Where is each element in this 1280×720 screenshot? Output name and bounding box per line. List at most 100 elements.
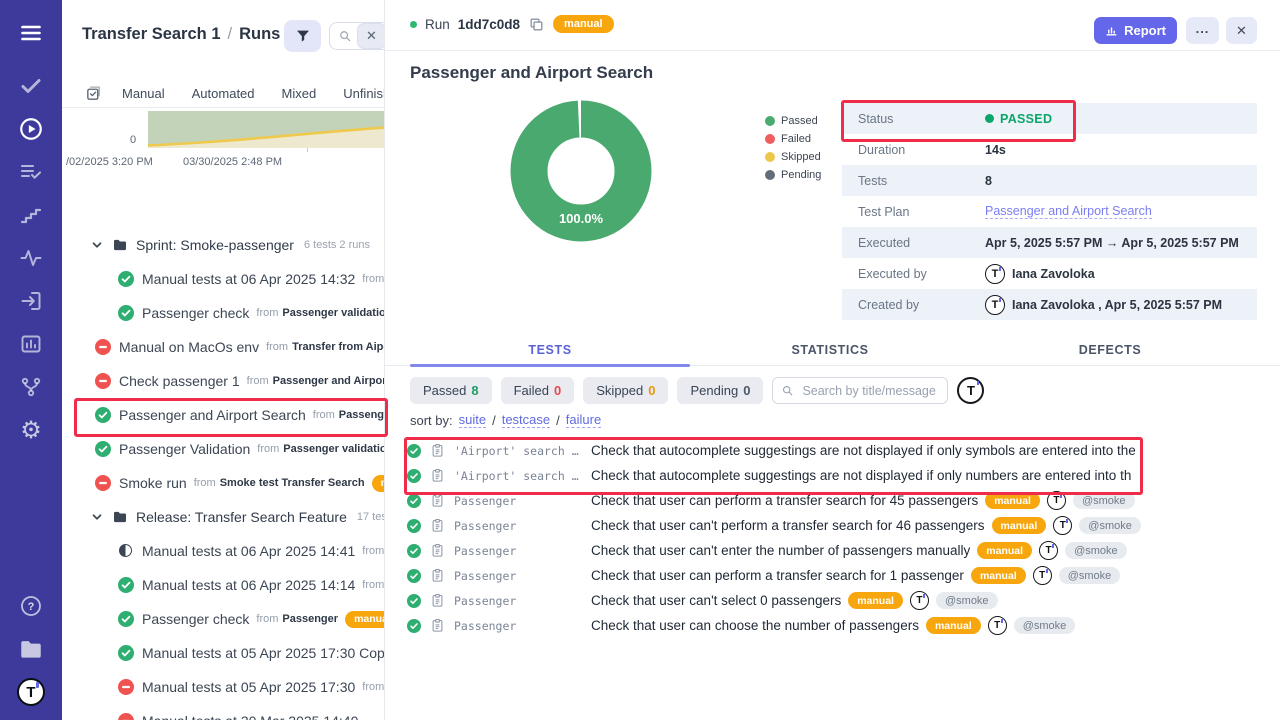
test-row[interactable]: 'Airport' search … Check that autocomple… xyxy=(405,438,1280,463)
status-failed-icon xyxy=(95,339,111,355)
run-source: Passenger and xyxy=(339,409,384,421)
tree-folder[interactable]: Sprint: Smoke-passenger 6 tests 2 runs xyxy=(62,228,384,262)
run-info: Run 1dd7c0d8 manual xyxy=(410,15,614,33)
tree-run-item[interactable]: Passenger check from Passenger validatio… xyxy=(62,296,384,330)
runs-nav-icon[interactable] xyxy=(16,114,46,144)
test-row[interactable]: Passenger Check that user can perform a … xyxy=(405,488,1280,513)
activity-nav-icon[interactable] xyxy=(16,243,46,273)
tab-statistics[interactable]: STATISTICS xyxy=(690,338,970,365)
tree-run-item[interactable]: Manual tests at 30 Mar 2025 14:40 xyxy=(62,704,384,720)
tests-search-input[interactable] xyxy=(800,383,939,399)
import-nav-icon[interactable] xyxy=(16,286,46,316)
test-results-list: 'Airport' search … Check that autocomple… xyxy=(405,438,1280,638)
donut-percent-label: 100.0% xyxy=(510,211,652,226)
tab-defects[interactable]: DEFECTS xyxy=(970,338,1250,365)
sort-link-suite[interactable]: suite xyxy=(459,412,486,428)
manual-badge: manual xyxy=(985,492,1040,509)
chevron-down-icon[interactable] xyxy=(90,238,104,252)
test-title[interactable]: Check that user can't perform a transfer… xyxy=(591,518,985,533)
test-title[interactable]: Check that user can't enter the number o… xyxy=(591,543,970,558)
test-row[interactable]: Passenger Check that user can choose the… xyxy=(405,613,1280,638)
test-title[interactable]: Check that autocomplete suggestings are … xyxy=(591,443,1136,458)
tree-run-item[interactable]: Smoke run from Smoke test Transfer Searc… xyxy=(62,466,384,500)
test-row[interactable]: Passenger Check that user can perform a … xyxy=(405,563,1280,588)
status-failed-icon xyxy=(118,713,134,720)
test-title[interactable]: Check that user can perform a transfer s… xyxy=(591,568,964,583)
close-run-button[interactable]: ✕ xyxy=(1226,17,1257,44)
run-source: Transfer from Aiport xyxy=(292,341,384,353)
manual-badge: manual xyxy=(553,15,614,33)
tree-folder[interactable]: Release: Transfer Search Feature 17 test… xyxy=(62,500,384,534)
tree-run-item[interactable]: Manual tests at 06 Apr 2025 14:32 from P… xyxy=(62,262,384,296)
user-avatar: T xyxy=(910,591,929,610)
test-row[interactable]: 'Airport' search … Check that autocomple… xyxy=(405,463,1280,488)
test-plans-nav-icon[interactable] xyxy=(16,157,46,187)
folder-label: Sprint: Smoke-passenger xyxy=(136,237,294,253)
clipboard-icon xyxy=(430,618,445,633)
test-title[interactable]: Check that autocomplete suggestings are … xyxy=(591,468,1131,483)
branches-nav-icon[interactable] xyxy=(16,372,46,402)
more-actions-button[interactable]: ... xyxy=(1186,17,1219,44)
run-item-title: Passenger Validation xyxy=(119,441,250,457)
breadcrumb-current: Runs xyxy=(239,25,280,44)
tree-run-item[interactable]: Manual tests at 06 Apr 2025 14:41 from T… xyxy=(62,534,384,568)
filter-count: 0 xyxy=(554,383,561,398)
tree-run-item[interactable]: Manual on MacOs env from Transfer from A… xyxy=(62,330,384,364)
tree-run-item[interactable]: Passenger check from Passenger manual 6 xyxy=(62,602,384,636)
funnel-icon xyxy=(295,28,311,44)
folder-meta: 17 tests 5 xyxy=(357,511,384,523)
filter-button[interactable] xyxy=(284,20,321,52)
status-failed-icon xyxy=(95,475,111,491)
test-title[interactable]: Check that user can't select 0 passenger… xyxy=(591,593,841,608)
runs-tab-automated[interactable]: Automated xyxy=(192,86,255,101)
clear-search-button[interactable]: ✕ xyxy=(357,23,385,49)
status-failed-icon xyxy=(118,679,134,695)
milestones-nav-icon[interactable] xyxy=(16,200,46,230)
filter-passed-chip[interactable]: Passed 8 xyxy=(410,377,492,404)
report-button[interactable]: Report xyxy=(1094,17,1177,44)
test-row[interactable]: Passenger Check that user can't select 0… xyxy=(405,588,1280,613)
help-icon[interactable]: ? xyxy=(16,591,46,621)
app-sidebar: ⚙ ? T xyxy=(0,0,62,720)
assignee-avatar-button[interactable]: T xyxy=(957,377,984,404)
chevron-down-icon[interactable] xyxy=(90,510,104,524)
filter-pending-chip[interactable]: Pending 0 xyxy=(677,377,763,404)
test-plan-link[interactable]: Passenger and Airport Search xyxy=(985,204,1152,219)
tab-tests[interactable]: TESTS xyxy=(410,338,690,365)
tree-run-item[interactable]: Passenger and Airport Search from Passen… xyxy=(62,398,384,432)
runs-tab-manual[interactable]: Manual xyxy=(122,86,165,101)
tests-search[interactable] xyxy=(772,377,948,404)
test-row[interactable]: Passenger Check that user can't perform … xyxy=(405,513,1280,538)
sort-separator: / xyxy=(492,413,496,428)
smoke-tag: @smoke xyxy=(1073,492,1135,509)
status-passed-icon xyxy=(118,611,134,627)
breadcrumb-project[interactable]: Transfer Search 1 xyxy=(82,25,221,44)
tree-run-item[interactable]: Passenger Validation from Passenger vali… xyxy=(62,432,384,466)
status-passed-icon xyxy=(118,305,134,321)
projects-folder-icon[interactable] xyxy=(16,634,46,664)
user-avatar: T xyxy=(988,616,1007,635)
filter-failed-chip[interactable]: Failed 0 xyxy=(501,377,575,404)
test-title[interactable]: Check that user can choose the number of… xyxy=(591,618,919,633)
checks-nav-icon[interactable] xyxy=(16,71,46,101)
select-runs-icon[interactable] xyxy=(85,85,102,102)
settings-gear-icon[interactable]: ⚙ xyxy=(16,415,46,445)
runs-tab-unfinished[interactable]: Unfinished xyxy=(343,86,384,101)
tree-run-item[interactable]: Manual tests at 05 Apr 2025 17:30 Copy f… xyxy=(62,636,384,670)
reports-nav-icon[interactable] xyxy=(16,329,46,359)
run-item-title: Manual tests at 30 Mar 2025 14:40 xyxy=(142,713,358,720)
sort-link-failure[interactable]: failure xyxy=(566,412,601,428)
test-row[interactable]: Passenger Check that user can't enter th… xyxy=(405,538,1280,563)
tree-run-item[interactable]: Check passenger 1 from Passenger and Air… xyxy=(62,364,384,398)
tree-run-item[interactable]: Manual tests at 05 Apr 2025 17:30 from T… xyxy=(62,670,384,704)
workspace-logo[interactable]: T xyxy=(16,677,46,707)
runs-tab-mixed[interactable]: Mixed xyxy=(282,86,317,101)
tree-run-item[interactable]: Manual tests at 06 Apr 2025 14:14 from P… xyxy=(62,568,384,602)
filter-skipped-chip[interactable]: Skipped 0 xyxy=(583,377,668,404)
sort-link-testcase[interactable]: testcase xyxy=(502,412,550,428)
from-label: from xyxy=(362,579,384,591)
copy-icon[interactable] xyxy=(528,16,545,33)
menu-icon[interactable] xyxy=(16,18,46,48)
user-avatar: T xyxy=(985,264,1005,284)
test-title[interactable]: Check that user can perform a transfer s… xyxy=(591,493,978,508)
